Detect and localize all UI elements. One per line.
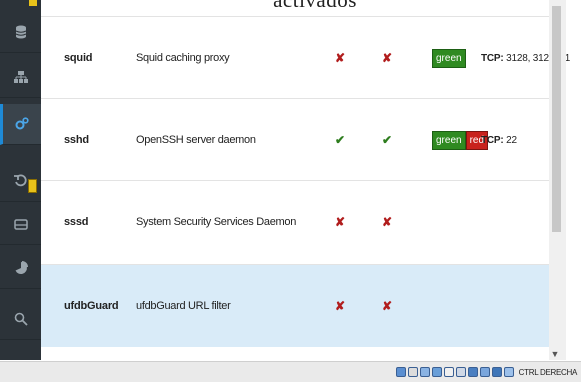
sidebar-item-reports[interactable] <box>0 247 41 289</box>
display-icon[interactable] <box>467 367 478 377</box>
running-mark: ✘ <box>382 215 393 229</box>
running-mark: ✘ <box>382 299 393 313</box>
enabled-mark: ✔ <box>335 133 346 147</box>
enabled-mark: ✘ <box>335 299 346 313</box>
scrollbar-thumb[interactable] <box>552 6 561 232</box>
table-row[interactable]: ufdbGuard ufdbGuard URL filter ✘ ✘ <box>41 264 549 347</box>
status-badge: green <box>432 130 466 150</box>
status-badges: green red <box>432 99 489 181</box>
sidebar-item-services[interactable] <box>0 104 41 145</box>
warning-badge <box>29 0 37 6</box>
sidebar-item-restart[interactable] <box>0 160 41 202</box>
service-name: sshd <box>64 134 89 146</box>
service-name: sssd <box>64 216 89 228</box>
ports-label: TCP: <box>481 134 504 146</box>
enabled-mark: ✘ <box>335 215 346 229</box>
pie-chart-icon <box>15 260 28 274</box>
mouse-integration-icon[interactable] <box>503 367 514 377</box>
restart-icon <box>13 173 27 186</box>
service-name: ufdbGuard <box>64 300 119 312</box>
vm-status-bar: CTRL DERECHA <box>0 361 581 382</box>
service-description: OpenSSH server daemon <box>136 134 256 146</box>
cpu-icon[interactable] <box>491 367 502 377</box>
running-mark: ✔ <box>382 133 393 147</box>
ports-value: 22 <box>506 134 517 146</box>
audio-icon[interactable] <box>419 367 430 377</box>
recording-icon[interactable] <box>479 367 490 377</box>
gears-icon <box>15 117 29 130</box>
sidebar-item-drive[interactable] <box>0 203 41 245</box>
sidebar <box>0 0 41 360</box>
sidebar-item-database[interactable] <box>0 11 41 53</box>
table-row[interactable]: sshd OpenSSH server daemon ✔ ✔ green red … <box>41 98 549 181</box>
usb-icon[interactable] <box>443 367 454 377</box>
table-row[interactable]: sssd System Security Services Daemon ✘ ✘ <box>41 180 549 263</box>
ports-label: TCP: <box>481 52 504 64</box>
tray: CTRL DERECHA <box>395 365 578 379</box>
warning-badge <box>28 179 37 193</box>
search-icon <box>14 312 28 326</box>
service-name: squid <box>64 52 93 64</box>
shared-folder-icon[interactable] <box>455 367 466 377</box>
sidebar-item-hierarchy[interactable] <box>0 56 41 98</box>
drive-icon <box>13 218 28 230</box>
hard-disk-icon[interactable] <box>395 367 406 377</box>
running-mark: ✘ <box>382 51 393 65</box>
host-key-label: CTRL DERECHA <box>518 367 578 377</box>
scroll-down-arrow-icon[interactable]: ▼ <box>548 349 562 359</box>
service-description: System Security Services Daemon <box>136 216 297 228</box>
database-icon <box>15 25 26 38</box>
optical-drive-icon[interactable] <box>407 367 418 377</box>
service-description: Squid caching proxy <box>136 52 230 64</box>
status-badge: green <box>432 48 466 68</box>
sidebar-item-search[interactable] <box>0 298 41 340</box>
ports: TCP: 22 <box>481 99 517 181</box>
page-title: activados <box>273 0 357 12</box>
hierarchy-icon <box>13 70 28 83</box>
enabled-mark: ✘ <box>335 51 346 65</box>
network-icon[interactable] <box>431 367 442 377</box>
table-row[interactable]: squid Squid caching proxy ✘ ✘ green TCP:… <box>41 16 570 99</box>
service-description: ufdbGuard URL filter <box>136 300 231 312</box>
status-badges: green <box>432 17 466 99</box>
